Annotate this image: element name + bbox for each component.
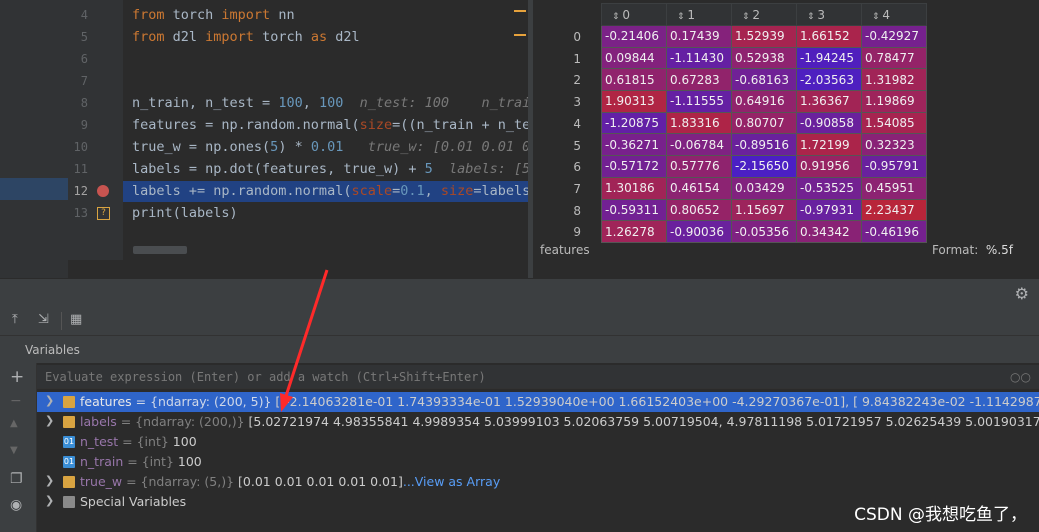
annotation-arrow [280,269,329,412]
watermark: CSDN @我想吃鱼了， [854,505,1027,525]
